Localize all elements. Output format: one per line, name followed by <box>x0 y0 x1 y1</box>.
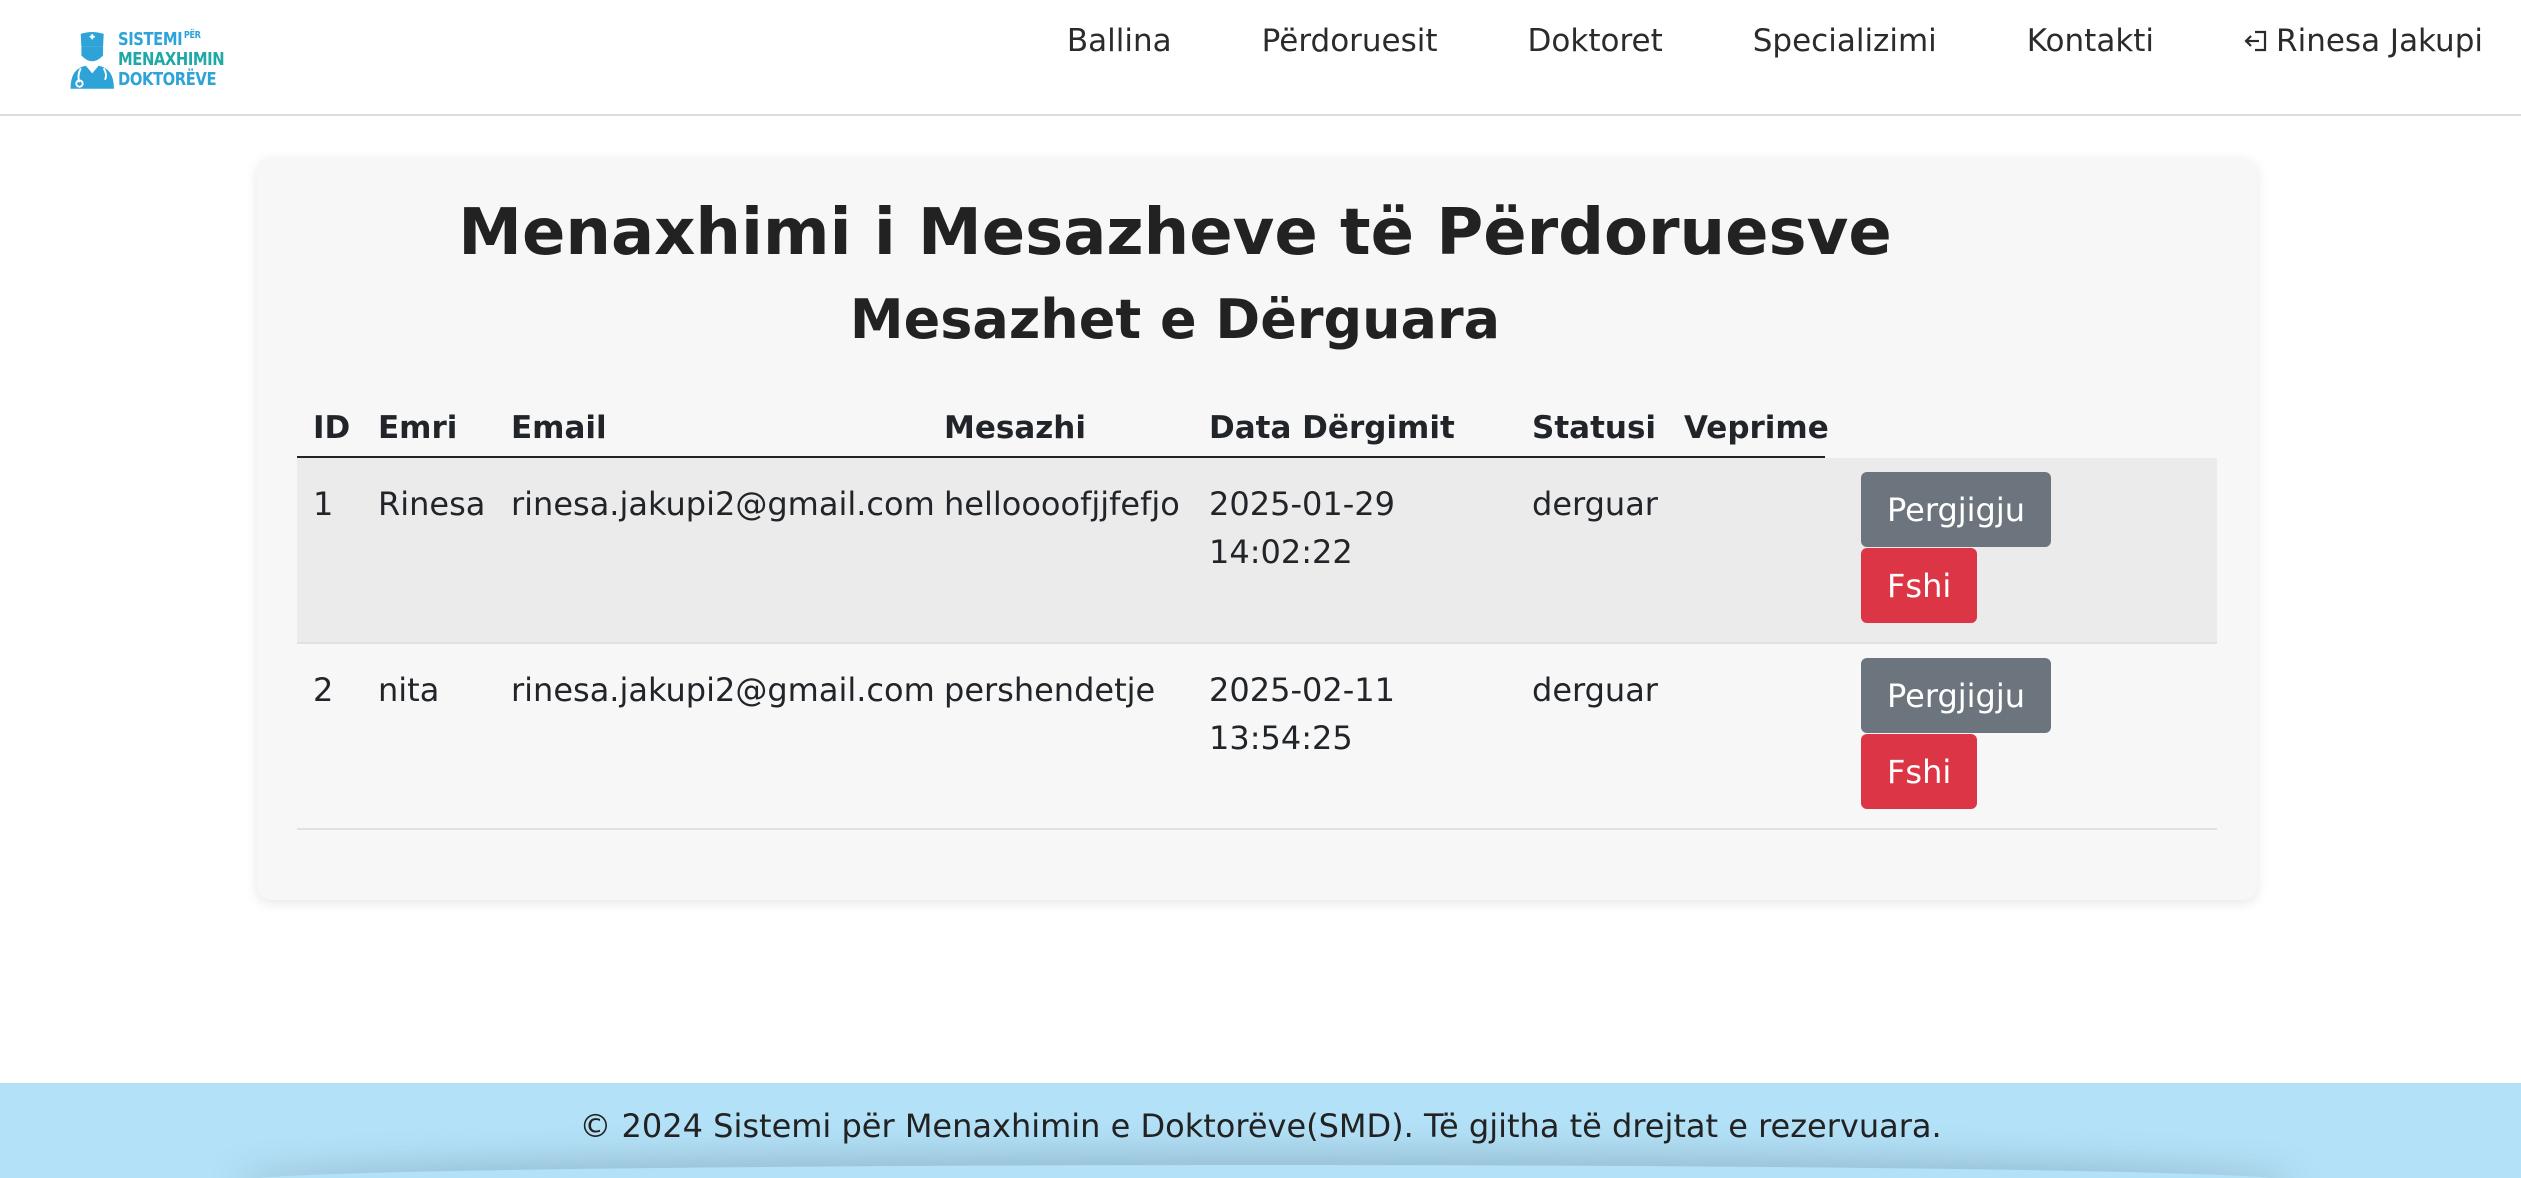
navbar: SISTEMI PËR MENAXHIMIN DOKTORËVE Ballina… <box>0 0 2521 116</box>
reply-button[interactable]: Pergjigju <box>1861 472 2052 547</box>
header-id: ID <box>313 410 351 446</box>
page-title: Menaxhimi i Mesazheve të Përdoruesve <box>458 196 1892 270</box>
brand-line-1-small: PËR <box>184 30 202 41</box>
cell-message: pershendetje <box>944 671 1156 709</box>
cell-date-time: 13:54:25 <box>1209 719 1353 757</box>
footer-copyright: © 2024 Sistemi për Menaxhimin e Doktorëv… <box>579 1107 1942 1145</box>
table-row: 2 nita rinesa.jakupi2@gmail.com pershend… <box>297 644 2217 830</box>
logout-icon <box>2244 30 2267 52</box>
nav-link-specializimi[interactable]: Specializimi <box>1753 23 1937 59</box>
delete-button[interactable]: Fshi <box>1861 734 1978 809</box>
cell-id: 2 <box>313 671 334 709</box>
nav-user-name: Rinesa Jakupi <box>2276 23 2483 59</box>
table-row: 1 Rinesa rinesa.jakupi2@gmail.com helloo… <box>297 458 2217 644</box>
cell-email: rinesa.jakupi2@gmail.com <box>511 671 935 709</box>
cell-date-time: 14:02:22 <box>1209 533 1353 571</box>
cell-date-day: 2025-01-29 <box>1209 485 1395 523</box>
brand-line-1: SISTEMI <box>118 29 183 50</box>
row-actions: Pergjigju Fshi <box>1861 472 2052 623</box>
delete-button[interactable]: Fshi <box>1861 548 1978 623</box>
cell-date: 2025-01-29 14:02:22 <box>1209 480 1395 576</box>
header-status: Statusi <box>1532 410 1657 446</box>
cell-message: helloooofjjfefjo <box>944 485 1180 523</box>
messages-card: Menaxhimi i Mesazheve të Përdoruesve Mes… <box>257 158 2257 900</box>
header-date: Data Dërgimit <box>1209 410 1455 446</box>
cell-status: derguar <box>1532 671 1658 709</box>
nav-link-doktoret[interactable]: Doktoret <box>1528 23 1663 59</box>
cell-email: rinesa.jakupi2@gmail.com <box>511 485 935 523</box>
table-header: ID Emri Email Mesazhi Data Dërgimit Stat… <box>297 382 1829 458</box>
nav-link-perdoruesit[interactable]: Përdoruesit <box>1262 23 1438 59</box>
cell-date-day: 2025-02-11 <box>1209 671 1395 709</box>
doctor-avatar-icon <box>70 31 114 89</box>
section-title: Mesazhet e Dërguara <box>849 288 1501 351</box>
header-message: Mesazhi <box>944 410 1086 446</box>
row-actions: Pergjigju Fshi <box>1861 658 2052 809</box>
footer: © 2024 Sistemi për Menaxhimin e Doktorëv… <box>0 1083 2521 1178</box>
cell-status: derguar <box>1532 485 1658 523</box>
brand-logo[interactable]: SISTEMI PËR MENAXHIMIN DOKTORËVE <box>68 14 248 106</box>
messages-table: ID Emri Email Mesazhi Data Dërgimit Stat… <box>297 382 2217 830</box>
nav-link-kontakti[interactable]: Kontakti <box>2027 23 2154 59</box>
header-email: Email <box>511 410 607 446</box>
footer-shadow <box>250 1165 2280 1178</box>
cell-date: 2025-02-11 13:54:25 <box>1209 666 1395 762</box>
nav-user-logout[interactable]: Rinesa Jakupi <box>2244 23 2483 59</box>
cell-id: 1 <box>313 485 334 523</box>
brand-wordmark: SISTEMI PËR MENAXHIMIN DOKTORËVE <box>118 29 225 90</box>
header-name: Emri <box>378 410 458 446</box>
header-actions: Veprime <box>1684 410 1829 446</box>
nav-links: Ballina Përdoruesit Doktoret Specializim… <box>1067 0 2483 82</box>
nav-link-ballina[interactable]: Ballina <box>1067 23 1172 59</box>
reply-button[interactable]: Pergjigju <box>1861 658 2052 733</box>
cell-name: Rinesa <box>378 485 486 523</box>
brand-line-2: MENAXHIMIN <box>118 49 225 70</box>
cell-name: nita <box>378 671 440 709</box>
brand-line-3: DOKTORËVE <box>118 69 217 90</box>
